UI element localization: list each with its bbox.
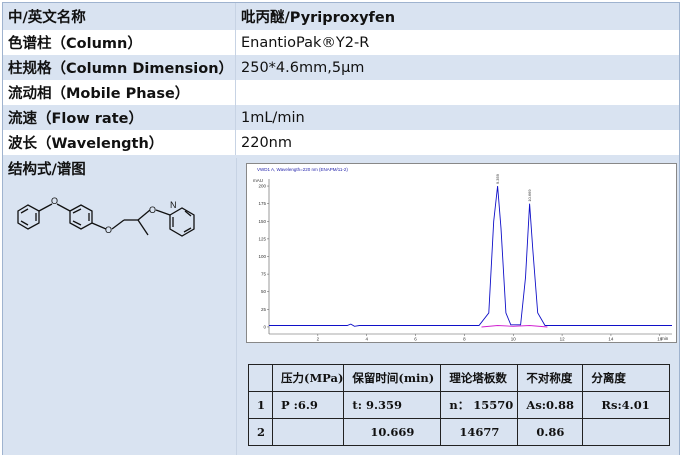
y-tick-label: 25 [261,307,267,312]
header-asymmetry: 不对称度 [517,364,584,392]
x-tick-label: 4 [365,337,368,342]
row-mobile-phase: 流动相（Mobile Phase） [3,80,679,105]
x-tick-label: 12 [560,337,566,342]
chromatogram: VWD1 A, Wavelength=220 nm (ENAPM/11-2) m… [246,163,677,343]
header-plate-count: 理论塔板数 [440,364,519,392]
row2-index: 2 [248,418,273,446]
y-tick-label: 150 [258,219,266,224]
results-row-1: 1 P :6.9 t: 9.359 n： 15570 As:0.88 Rs:4.… [248,391,671,419]
row-name: 中/英文名称 吡丙醚/Pyriproxyfen [3,3,679,30]
row-dimension: 柱规格（Column Dimension） 250*4.6mm,5μm [3,55,679,80]
y-tick-label: 0 [263,324,266,329]
value-name: 吡丙醚/Pyriproxyfen [241,10,396,26]
value-flow-rate: 1mL/min [241,109,305,126]
y-tick-label: 50 [261,289,267,294]
x-tick-label: 8 [463,337,466,342]
x-tick-label: 16 [657,337,663,342]
label-dimension: 柱规格（Column Dimension） [3,55,236,80]
svg-text:O: O [149,205,156,215]
header-index [248,364,273,392]
value-dimension: 250*4.6mm,5μm [241,59,365,76]
results-table: 压力(MPa) 保留时间(min) 理论塔板数 不对称度 分离度 1 P :6.… [248,364,671,446]
y-tick-label: 100 [258,254,266,259]
row2-asymmetry: 0.86 [517,418,584,446]
row1-pressure: P :6.9 [271,391,345,419]
row2-plate-count: 14677 [440,418,519,446]
label-mobile-phase: 流动相（Mobile Phase） [3,80,236,105]
column-divider [236,158,237,455]
label-column: 色谱柱（Column） [3,30,236,55]
row1-index: 1 [248,391,273,419]
svg-text:O: O [105,225,112,235]
y-tick-label: 75 [261,272,267,277]
x-tick-label: 6 [414,337,417,342]
value-wavelength: 220nm [241,134,292,151]
row1-plate-count: n： 15570 [440,391,519,419]
row2-resolution [582,418,671,446]
svg-text:N: N [170,200,177,210]
y-tick-label: 200 [258,184,266,189]
label-wavelength: 波长（Wavelength） [3,130,236,155]
value-column: EnantioPak®Y2-R [241,34,370,51]
row2-retention-time: 10.669 [343,418,442,446]
row-wavelength: 波长（Wavelength） 220nm [3,130,679,155]
results-row-2: 2 10.669 14677 0.86 [248,418,671,446]
peak-label: 9.359 [495,173,500,184]
svg-text:O: O [51,196,58,206]
y-tick-label: 125 [258,236,266,241]
x-tick-label: 2 [317,337,320,342]
label-flow-rate: 流速（Flow rate） [3,105,236,130]
row1-resolution: Rs:4.01 [582,391,671,419]
x-tick-label: 14 [608,337,614,342]
header-pressure: 压力(MPa) [271,364,345,392]
trace-1 [269,185,672,327]
row1-asymmetry: As:0.88 [517,391,584,419]
y-tick-label: 175 [258,201,266,206]
x-tick-label: 10 [511,337,517,342]
label-name: 中/英文名称 [3,3,236,30]
row-flow-rate: 流速（Flow rate） 1mL/min [3,105,679,130]
trace-2 [481,325,548,328]
peak-label: 10.669 [527,189,532,202]
header-resolution: 分离度 [582,364,671,392]
row-column: 色谱柱（Column） EnantioPak®Y2-R [3,30,679,55]
y-unit-label: mAU [253,178,263,183]
structure-formula: O O O N [17,196,195,237]
row2-pressure [271,418,345,446]
results-header-row: 压力(MPa) 保留时间(min) 理论塔板数 不对称度 分离度 [248,364,671,392]
header-retention-time: 保留时间(min) [343,364,442,392]
chromatogram-header: VWD1 A, Wavelength=220 nm (ENAPM/11-2) [257,167,348,172]
row1-retention-time: t: 9.359 [343,391,442,419]
value-mobile-phase [236,80,679,105]
